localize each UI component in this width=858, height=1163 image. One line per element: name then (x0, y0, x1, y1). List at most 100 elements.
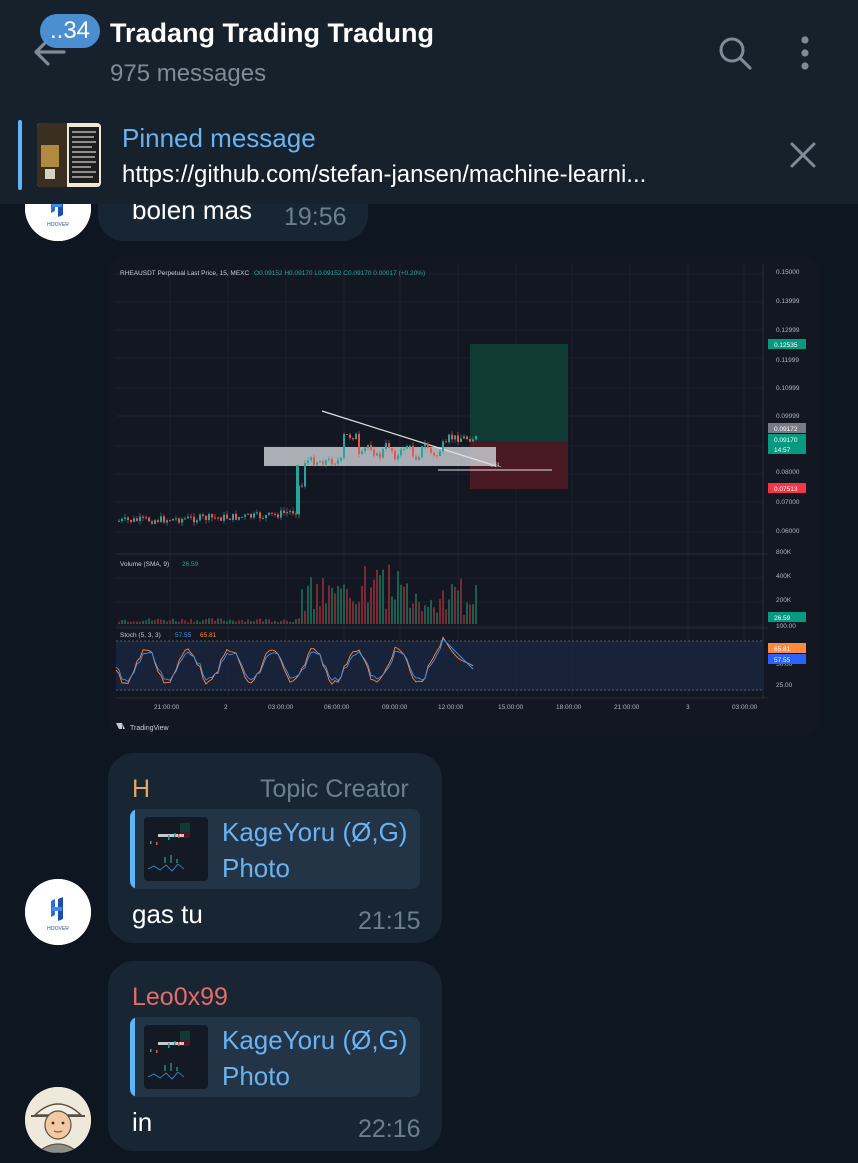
volume-bar (307, 585, 309, 624)
candle-body (454, 435, 456, 440)
volume-bar (130, 621, 132, 624)
close-pinned-button[interactable] (783, 135, 823, 175)
volume-bar (406, 583, 408, 624)
time-tick: 2 (224, 704, 228, 711)
volume-bar (454, 586, 456, 624)
candle-body (367, 445, 369, 448)
avatar[interactable] (25, 1087, 91, 1153)
candle-body (202, 514, 204, 516)
volume-bar (148, 618, 150, 624)
pinned-label: Pinned message (122, 123, 316, 153)
candle-body (319, 461, 321, 463)
sender-name[interactable]: Leo0x99 (132, 983, 228, 1012)
candle-body (394, 451, 396, 460)
volume-bar (271, 621, 273, 624)
volume-bar (217, 618, 219, 624)
candle-body (379, 453, 381, 458)
candle-body (286, 512, 288, 514)
candle-body (463, 436, 465, 439)
chat-title[interactable]: Tradang Trading Tradung (110, 18, 434, 49)
volume-bar (367, 602, 369, 624)
volume-bar (373, 579, 375, 624)
candle-body (328, 458, 330, 461)
volume-bar (121, 620, 123, 624)
volume-bar (391, 596, 393, 624)
price-tick: 0.13999 (776, 298, 800, 305)
candle-body (292, 511, 294, 514)
volume-bar (247, 619, 249, 624)
volume-bar (301, 589, 303, 624)
volume-bar (385, 608, 387, 624)
volume-bar (274, 620, 276, 624)
candle-body (397, 455, 399, 460)
candle-body (310, 457, 312, 461)
volume-bar (256, 619, 258, 624)
volume-bar (295, 619, 297, 624)
price-badge-label: 26.59 (774, 615, 791, 622)
price-badge-label: 14:57 (774, 447, 791, 454)
candle-body (301, 485, 303, 487)
candle-body (118, 520, 120, 522)
time-tick: 03:00:00 (268, 704, 294, 711)
candle-body (316, 462, 318, 465)
price-badge-label: 0.07513 (774, 486, 798, 493)
candle-body (181, 518, 183, 523)
volume-bar (238, 620, 240, 624)
more-vertical-icon (801, 36, 809, 70)
stoch-tick: 25.00 (776, 682, 793, 689)
volume-bar (379, 575, 381, 624)
message-bubble[interactable]: H Topic Creator KageYoru (Ø,G) Photo gas… (108, 753, 442, 943)
tradingview-brand: TradingView (130, 725, 169, 732)
candle-body (265, 514, 267, 518)
volume-bar (289, 621, 291, 624)
volume-bar (313, 608, 315, 624)
hoover-logo-icon: HOOVER (25, 879, 91, 945)
reply-preview[interactable]: KageYoru (Ø,G) Photo (130, 1017, 420, 1097)
volume-bar (253, 621, 255, 624)
volume-bar (181, 618, 183, 624)
pinned-thumbnail (37, 123, 101, 187)
search-icon (719, 37, 752, 70)
candle-body (376, 453, 378, 456)
message-text: in (132, 1107, 153, 1137)
volume-bar (424, 605, 426, 624)
candle-body (175, 518, 177, 520)
volume-bar (190, 619, 192, 624)
volume-bar (169, 620, 171, 624)
search-button[interactable] (710, 28, 760, 78)
candle-body (166, 520, 168, 523)
candle-body (187, 516, 189, 519)
avatar[interactable]: HOOVER (25, 204, 91, 241)
price-tick: 0.07000 (776, 499, 800, 506)
candle-body (256, 512, 258, 514)
time-tick: 09:00:00 (382, 704, 408, 711)
volume-bar (187, 621, 189, 624)
photo-message[interactable]: SSL RHEAUSDT Perpetual Last Price, 15, M… (108, 256, 820, 736)
volume-value: 26.59 (182, 561, 199, 568)
volume-tick: 800K (776, 549, 792, 556)
price-tick: 0.10999 (776, 385, 800, 392)
message-bubble[interactable]: Leo0x99 KageYoru (Ø,G) Photo in 22:16 (108, 961, 442, 1151)
candle-body (244, 514, 246, 517)
message-time: 22:16 (358, 1115, 421, 1143)
volume-bar (262, 621, 264, 624)
reply-preview[interactable]: KageYoru (Ø,G) Photo (130, 809, 420, 889)
candle-body (226, 514, 228, 519)
candle-body (208, 514, 210, 520)
reply-thumbnail (144, 1025, 208, 1089)
sender-name[interactable]: H (132, 775, 150, 804)
candle-body (250, 513, 252, 518)
price-tick: 0.09999 (776, 413, 800, 420)
candle-body (313, 457, 315, 465)
volume-bar (292, 621, 294, 624)
stoch-label: Stoch (5, 3, 3) (120, 632, 161, 639)
candle-body (289, 511, 291, 513)
volume-tick: 400K (776, 573, 792, 580)
more-options-button[interactable] (780, 28, 830, 78)
candle-body (337, 460, 339, 464)
time-tick: 06:00:00 (324, 704, 350, 711)
candle-body (388, 443, 390, 448)
price-badge-label: 65.81 (774, 646, 791, 653)
volume-bar (241, 619, 243, 624)
avatar[interactable]: HOOVER (25, 879, 91, 945)
